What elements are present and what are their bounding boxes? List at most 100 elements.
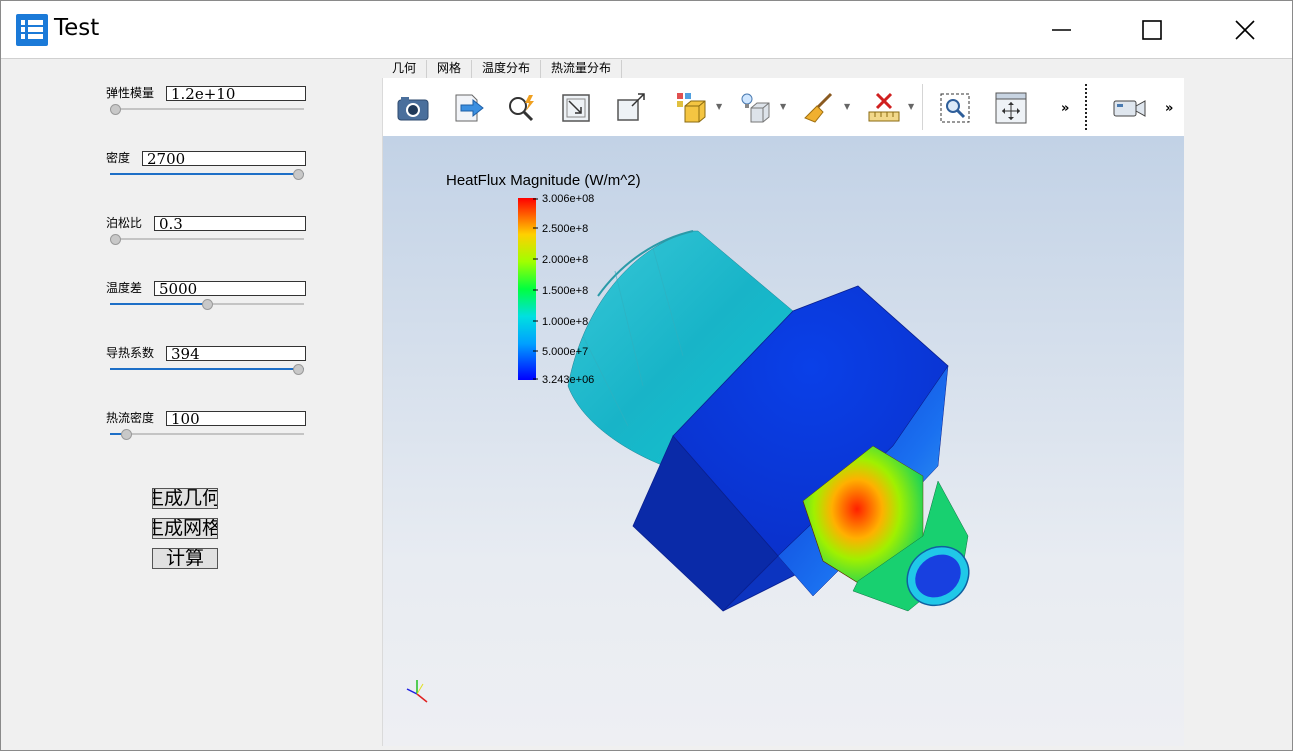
title-bar: Test [1,1,1292,59]
param-label: 热流密度 [106,411,155,425]
param-density: 密度 2700 [4,151,380,191]
maximize-button[interactable] [1106,1,1198,59]
close-icon [1235,20,1255,40]
tab-heat-flux[interactable]: 热流量分布 [541,60,623,78]
param-heat-flux-density: 热流密度 100 [4,411,380,451]
minimize-icon [1052,29,1071,31]
zoom-to-selection-icon [617,93,645,121]
slider-handle[interactable] [293,364,304,375]
heat-flux-density-slider[interactable] [110,428,304,440]
slider-fill [110,368,304,370]
slider-fill [110,173,304,175]
legend-tick: 2.000e+8 [542,254,588,266]
export-button[interactable] [453,91,485,125]
density-slider[interactable] [110,168,304,180]
compute-button[interactable]: 计算 [152,548,218,569]
legend-tick: 3.006e+08 [542,193,594,205]
more-icon: » [1061,100,1070,116]
heat-flux-density-input[interactable]: 100 [166,411,306,426]
representation-button[interactable] [675,91,709,125]
representation-icon [677,93,706,123]
slider-groove [110,238,304,240]
toolbar-overflow-button[interactable]: » [1061,91,1069,125]
close-button[interactable] [1199,1,1291,59]
app-icon [16,14,48,46]
density-input[interactable]: 2700 [142,151,306,166]
lighting-button[interactable] [739,91,773,125]
camera-icon [397,97,429,121]
slider-handle[interactable] [293,169,304,180]
poisson-ratio-slider[interactable] [110,233,304,245]
slider-handle[interactable] [202,299,213,310]
legend-title: HeatFlux Magnitude (W/m^2) [446,172,641,189]
dropdown-arrow-icon[interactable]: ▼ [844,102,850,111]
tab-temperature[interactable]: 温度分布 [472,60,542,78]
thermal-conductivity-slider[interactable] [110,363,304,375]
legend-tick: 5.000e+7 [542,346,588,358]
generate-mesh-button[interactable]: 生成网格 [152,518,218,539]
export-icon [455,94,484,122]
minimize-button[interactable] [1016,1,1108,59]
interactive-select-button[interactable] [505,91,539,125]
slider-groove [110,433,304,435]
measure-button[interactable] [867,91,901,125]
dropdown-arrow-icon[interactable]: ▼ [908,102,914,111]
button-label: 生成网格 [153,518,218,539]
param-label: 弹性模量 [106,86,155,100]
window-title: Test [54,15,100,41]
tab-geometry[interactable]: 几何 [382,60,428,78]
slider-handle[interactable] [110,234,121,245]
heat-flux-render: HeatFlux Magnitude (W/m^2) 3.006e+08 2.5… [406,172,970,703]
toolbar-overflow-button[interactable]: » [1165,91,1173,125]
reset-view-icon [995,92,1027,124]
dropdown-arrow-icon[interactable]: ▼ [780,102,786,111]
maximize-icon [1142,20,1162,40]
lighting-icon [741,93,770,123]
legend-tick: 2.500e+8 [542,223,588,235]
poisson-ratio-input[interactable]: 0.3 [154,216,306,231]
color-bar [518,198,536,380]
screenshot-button[interactable] [397,91,429,125]
zoom-box-button[interactable] [561,91,591,125]
reset-view-button[interactable] [995,91,1027,125]
temperature-diff-input[interactable]: 5000 [154,281,306,296]
clear-button[interactable] [803,91,835,125]
measure-icon [868,92,900,122]
param-poisson-ratio: 泊松比 0.3 [4,216,380,256]
slider-groove [110,108,304,110]
param-label: 密度 [106,151,131,165]
toolbar-separator [922,84,923,130]
button-label: 生成几何 [153,488,218,509]
slider-handle[interactable] [120,429,132,440]
temperature-diff-slider[interactable] [110,298,304,310]
param-temperature-diff: 温度差 5000 [4,281,380,321]
view-tabs: 几何 网格 温度分布 热流量分布 [382,60,623,78]
elastic-modulus-input[interactable]: 1.2e+10 [166,86,306,101]
legend-tick: 1.500e+8 [542,285,588,297]
legend-tick: 3.243e+06 [542,374,594,386]
camera-view-button[interactable] [1113,91,1147,125]
zoom-to-fit-icon [940,93,970,123]
zoom-to-fit-button[interactable] [939,91,971,125]
legend-ticks: 3.006e+08 2.500e+8 2.000e+8 1.500e+8 1.0… [533,193,594,386]
button-label: 计算 [165,548,204,569]
slider-handle[interactable] [110,104,121,115]
param-label: 导热系数 [106,346,155,360]
dropdown-arrow-icon[interactable]: ▼ [716,102,722,111]
param-label: 温度差 [106,281,143,295]
main-window: Test 弹性模量 1.2e+10 密度 2700 泊松比 0.3 温度差 50… [0,0,1293,751]
zoom-box-icon [562,94,590,122]
render-viewer: ▼ ▼ ▼ ▼ » » HeatFlux Magnitude (W/m^2) 3… [382,78,1184,746]
more-icon: » [1165,100,1174,116]
render-area[interactable]: HeatFlux Magnitude (W/m^2) 3.006e+08 2.5… [383,136,1184,746]
elastic-modulus-slider[interactable] [110,103,304,115]
tab-mesh[interactable]: 网格 [427,60,473,78]
zoom-to-selection-button[interactable] [615,91,647,125]
orientation-axes-icon [406,680,428,703]
generate-geometry-button[interactable]: 生成几何 [152,488,218,509]
camera-view-icon [1113,100,1146,117]
viewer-toolbar: ▼ ▼ ▼ ▼ » » [383,78,1184,136]
param-elastic-modulus: 弹性模量 1.2e+10 [4,86,380,126]
param-label: 泊松比 [106,216,143,230]
thermal-conductivity-input[interactable]: 394 [166,346,306,361]
